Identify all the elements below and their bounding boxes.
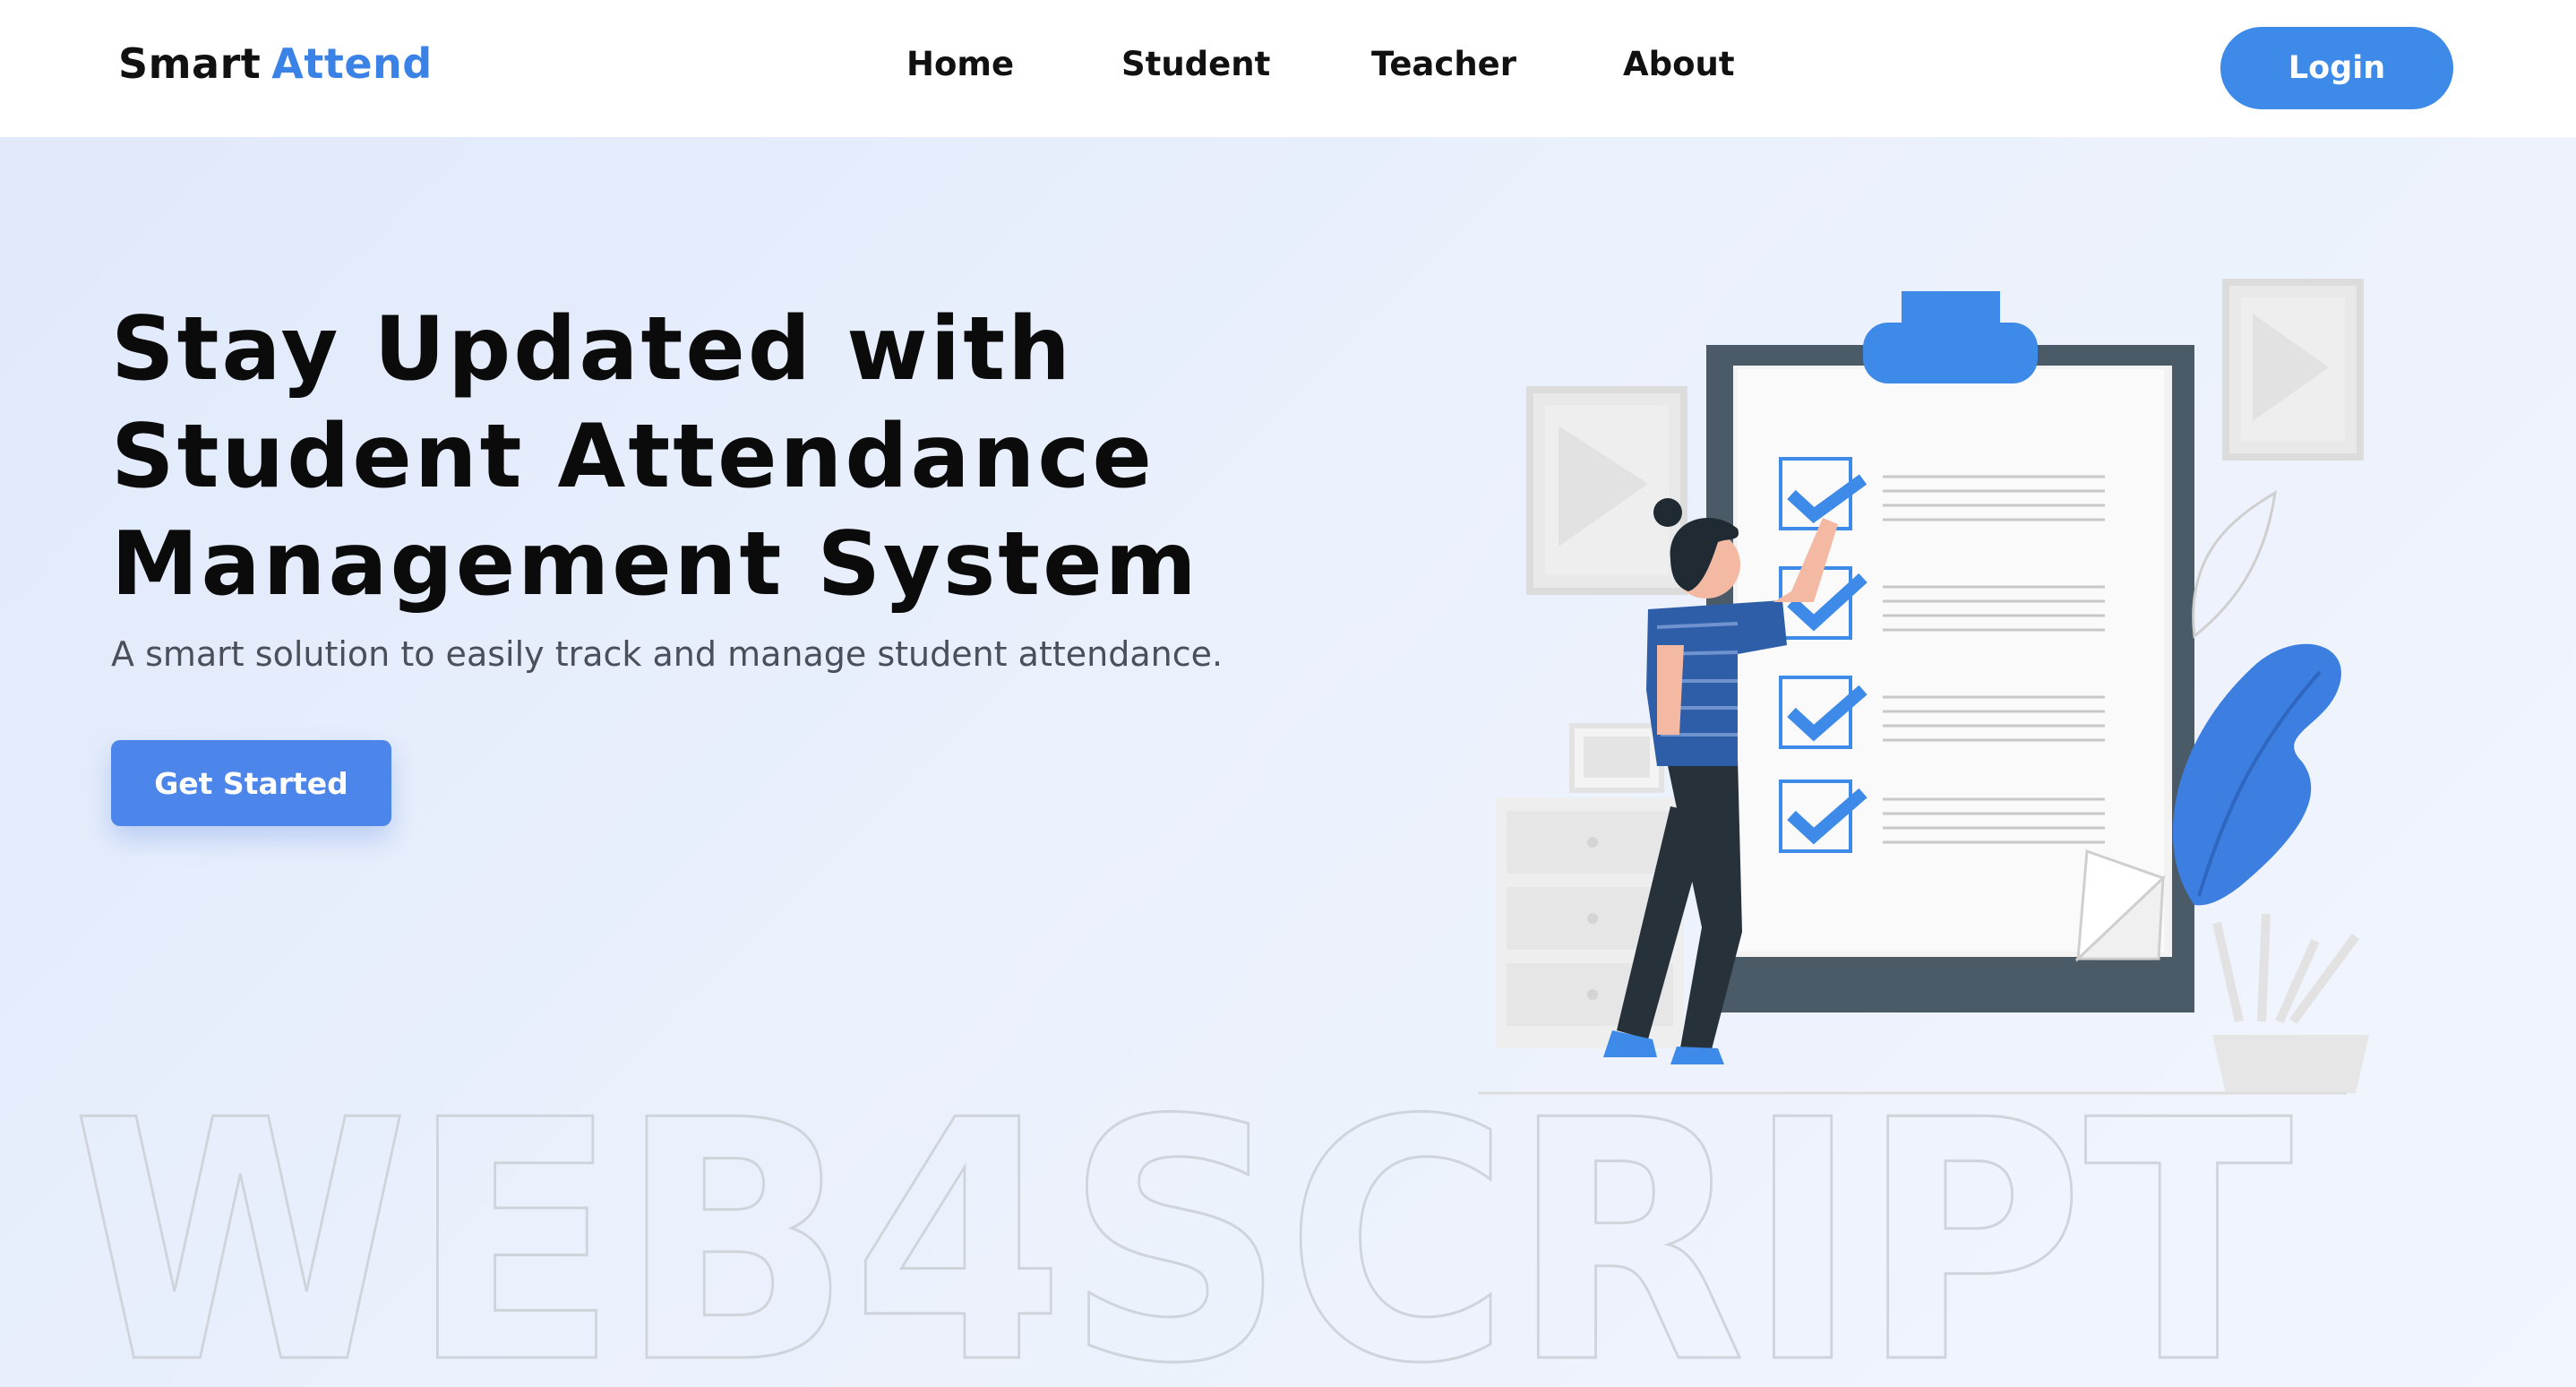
top-navbar: Smart Attend Home Student Teacher About L… (0, 0, 2576, 137)
nav-link-home[interactable]: Home (906, 45, 1014, 83)
nav-link-about[interactable]: About (1623, 45, 1735, 83)
hero-subtitle: A smart solution to easily track and man… (111, 634, 1224, 674)
plant-icon (2172, 490, 2341, 906)
watermark-text: WEB4SCRIPT (72, 1089, 2295, 1384)
hero-title-line-2: Student Attendance (111, 406, 1155, 508)
clipboard-icon (1706, 291, 2194, 1012)
logo-text-attend: Attend (271, 39, 433, 88)
hero-title-line-3: Management System (111, 513, 1199, 616)
nav-link-student[interactable]: Student (1121, 45, 1270, 83)
site-logo[interactable]: Smart Attend (118, 39, 433, 88)
watermark: WEB4SCRIPT (72, 1089, 2296, 1384)
picture-frame-icon (2222, 279, 2364, 461)
nav-link-teacher[interactable]: Teacher (1371, 45, 1516, 83)
hero-title-line-1: Stay Updated with (111, 298, 1073, 401)
get-started-button[interactable]: Get Started (111, 740, 391, 826)
logo-text-smart: Smart (118, 39, 262, 88)
login-button[interactable]: Login (2220, 27, 2453, 109)
attendance-illustration (1478, 279, 2369, 1095)
hero-title: Stay Updated with Student Attendance Man… (111, 296, 1275, 618)
picture-frame-icon (1526, 386, 1687, 595)
pencil-cup-icon (2212, 913, 2369, 1093)
